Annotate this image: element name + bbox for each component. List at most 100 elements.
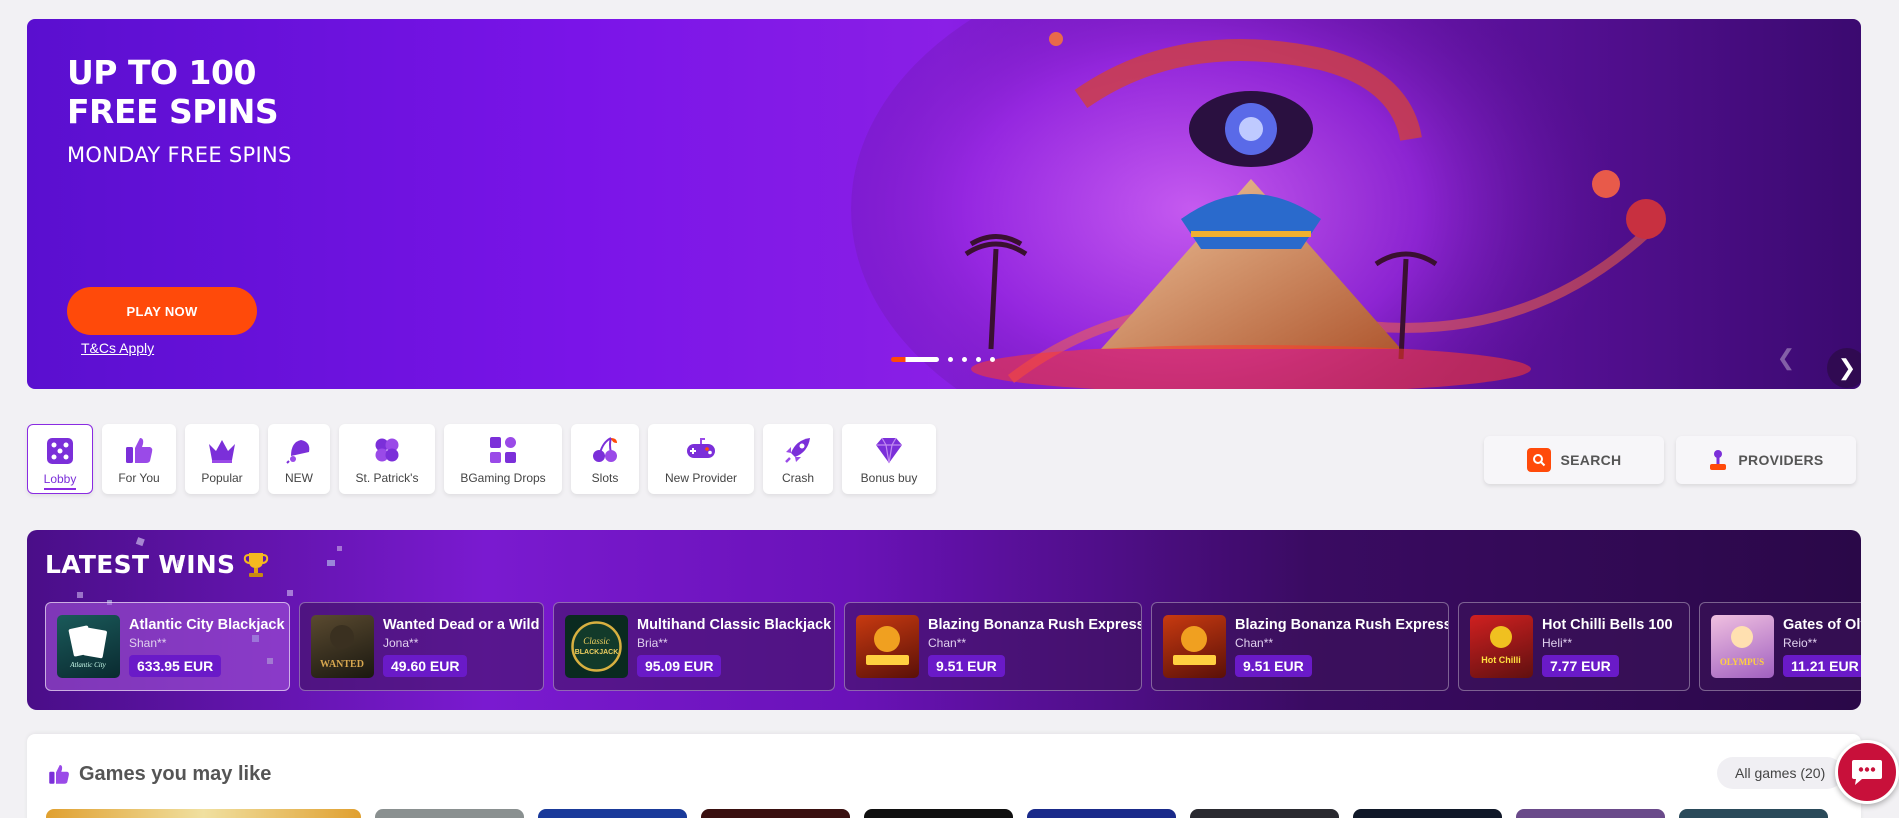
game-card[interactable]	[701, 809, 850, 818]
carousel-prev-icon[interactable]: ❮	[1767, 339, 1805, 377]
game-card[interactable]	[538, 809, 687, 818]
svg-text:WANTED: WANTED	[320, 659, 364, 670]
carousel-dot[interactable]	[948, 357, 953, 362]
terms-link[interactable]: T&Cs Apply	[81, 340, 154, 356]
all-games-button[interactable]: All games (20)	[1717, 757, 1844, 789]
tab-bgaming-drops[interactable]: BGaming Drops	[444, 424, 562, 494]
game-thumbnail	[856, 615, 919, 678]
win-game-name: Multihand Classic Blackjack	[637, 616, 832, 633]
tab-label: NEW	[285, 471, 313, 485]
joystick-icon	[1710, 450, 1727, 470]
hero-banner: UP TO 100 FREE SPINS MONDAY FREE SPINS P…	[27, 19, 1861, 389]
tab-label: Bonus buy	[860, 471, 918, 485]
win-card[interactable]: Atlantic City Atlantic City Blackjack Sh…	[45, 602, 290, 691]
game-card[interactable]	[1516, 809, 1665, 818]
win-card[interactable]: Classic BLACKJACK Multihand Classic Black…	[553, 602, 835, 691]
win-game-name: Hot Chilli Bells 100	[1542, 616, 1673, 633]
carousel-dot[interactable]	[962, 357, 967, 362]
game-card[interactable]	[375, 809, 524, 818]
win-user: Jona**	[383, 635, 419, 650]
win-user: Heli**	[1542, 635, 1573, 650]
game-thumbnail: OLYMPUS	[1711, 615, 1774, 678]
win-amount: 95.09 EUR	[637, 654, 722, 677]
win-user: Reio**	[1783, 635, 1818, 650]
trophy-icon	[244, 552, 269, 577]
carousel-dots	[891, 357, 995, 362]
cherry-icon	[593, 437, 617, 462]
win-amount: 11.21 EUR	[1783, 654, 1861, 677]
carousel-next-icon[interactable]: ❯	[1827, 348, 1861, 388]
tab-label: For You	[118, 471, 160, 485]
grid-icon	[490, 437, 516, 463]
svg-text:Atlantic City: Atlantic City	[69, 661, 106, 669]
providers-button[interactable]: PROVIDERS	[1676, 436, 1856, 484]
clover-icon	[375, 438, 399, 462]
win-game-name: Atlantic City Blackjack	[129, 616, 285, 633]
diamond-icon	[876, 437, 902, 464]
hero-artwork	[851, 19, 1666, 389]
gamepad-icon	[687, 438, 715, 458]
tab-new-provider[interactable]: New Provider	[648, 424, 754, 494]
dice-icon	[47, 438, 73, 464]
game-card[interactable]	[46, 809, 361, 818]
tab-lobby[interactable]: Lobby	[27, 424, 93, 494]
rocket-icon	[785, 438, 810, 463]
tab-label: Slots	[591, 471, 619, 485]
game-card[interactable]	[1353, 809, 1502, 818]
category-tabs: Lobby For You Popular NEW St. Patrick's …	[27, 424, 936, 494]
win-card[interactable]: WANTED Wanted Dead or a Wild Jona** 49.6…	[299, 602, 544, 691]
game-card[interactable]	[864, 809, 1013, 818]
win-card[interactable]: Blazing Bonanza Rush Express Chan** 9.51…	[1151, 602, 1449, 691]
game-thumbnail: Hot Chilli	[1470, 615, 1533, 678]
win-game-name: Wanted Dead or a Wild	[383, 616, 540, 633]
win-user: Chan**	[928, 635, 967, 650]
svg-text:OLYMPUS: OLYMPUS	[1720, 657, 1764, 667]
carousel-dot[interactable]	[891, 357, 939, 362]
section-title: Games you may like	[47, 762, 271, 786]
svg-text:Classic: Classic	[583, 636, 610, 646]
game-thumbnail	[1163, 615, 1226, 678]
tab-for-you[interactable]: For You	[102, 424, 176, 494]
thumbs-up-icon	[49, 765, 69, 784]
win-card[interactable]: Hot Chilli Hot Chilli Bells 100 Heli** 7…	[1458, 602, 1690, 691]
tab-popular[interactable]: Popular	[185, 424, 259, 494]
chat-button[interactable]	[1835, 740, 1899, 804]
providers-label: PROVIDERS	[1738, 452, 1824, 468]
carousel-dot[interactable]	[990, 357, 995, 362]
latest-wins-title: LATEST WINS	[45, 550, 269, 579]
tab-label: Crash	[781, 471, 814, 485]
win-amount: 633.95 EUR	[129, 654, 222, 677]
hero-subtitle: MONDAY FREE SPINS	[67, 143, 292, 167]
tab-st-patricks[interactable]: St. Patrick's	[339, 424, 435, 494]
win-game-name: Gates of Olympus	[1783, 616, 1861, 633]
carousel-dot[interactable]	[976, 357, 981, 362]
game-cards-row	[46, 809, 1828, 818]
hero-title: UP TO 100 FREE SPINS	[67, 53, 279, 131]
game-card[interactable]	[1190, 809, 1339, 818]
game-card[interactable]	[1027, 809, 1176, 818]
game-thumbnail: WANTED	[311, 615, 374, 678]
latest-wins-panel: LATEST WINS Atlantic City Atlantic City …	[27, 530, 1861, 710]
tab-label: Popular	[201, 471, 243, 485]
tab-label: Lobby	[43, 472, 77, 490]
tab-crash[interactable]: Crash	[763, 424, 833, 494]
tab-slots[interactable]: Slots	[571, 424, 639, 494]
win-card[interactable]: Blazing Bonanza Rush Express Chan** 9.51…	[844, 602, 1142, 691]
game-thumbnail: Atlantic City	[57, 615, 120, 678]
tab-label: BGaming Drops	[460, 471, 546, 485]
win-amount: 9.51 EUR	[928, 654, 1005, 677]
tab-new[interactable]: NEW	[268, 424, 330, 494]
win-card[interactable]: OLYMPUS Gates of Olympus Reio** 11.21 EU…	[1699, 602, 1861, 691]
game-thumbnail: Classic BLACKJACK	[565, 615, 628, 678]
win-user: Shan**	[129, 635, 167, 650]
tab-bonus-buy[interactable]: Bonus buy	[842, 424, 936, 494]
play-now-button[interactable]: PLAY NOW	[67, 287, 257, 335]
win-game-name: Blazing Bonanza Rush Express	[1235, 616, 1448, 633]
win-user: Chan**	[1235, 635, 1274, 650]
search-button[interactable]: SEARCH	[1484, 436, 1664, 484]
crown-icon	[209, 440, 235, 463]
thumbs-up-icon	[126, 438, 153, 463]
chat-bubble-icon	[1852, 760, 1882, 785]
game-card[interactable]	[1679, 809, 1828, 818]
bell-icon	[286, 440, 310, 464]
